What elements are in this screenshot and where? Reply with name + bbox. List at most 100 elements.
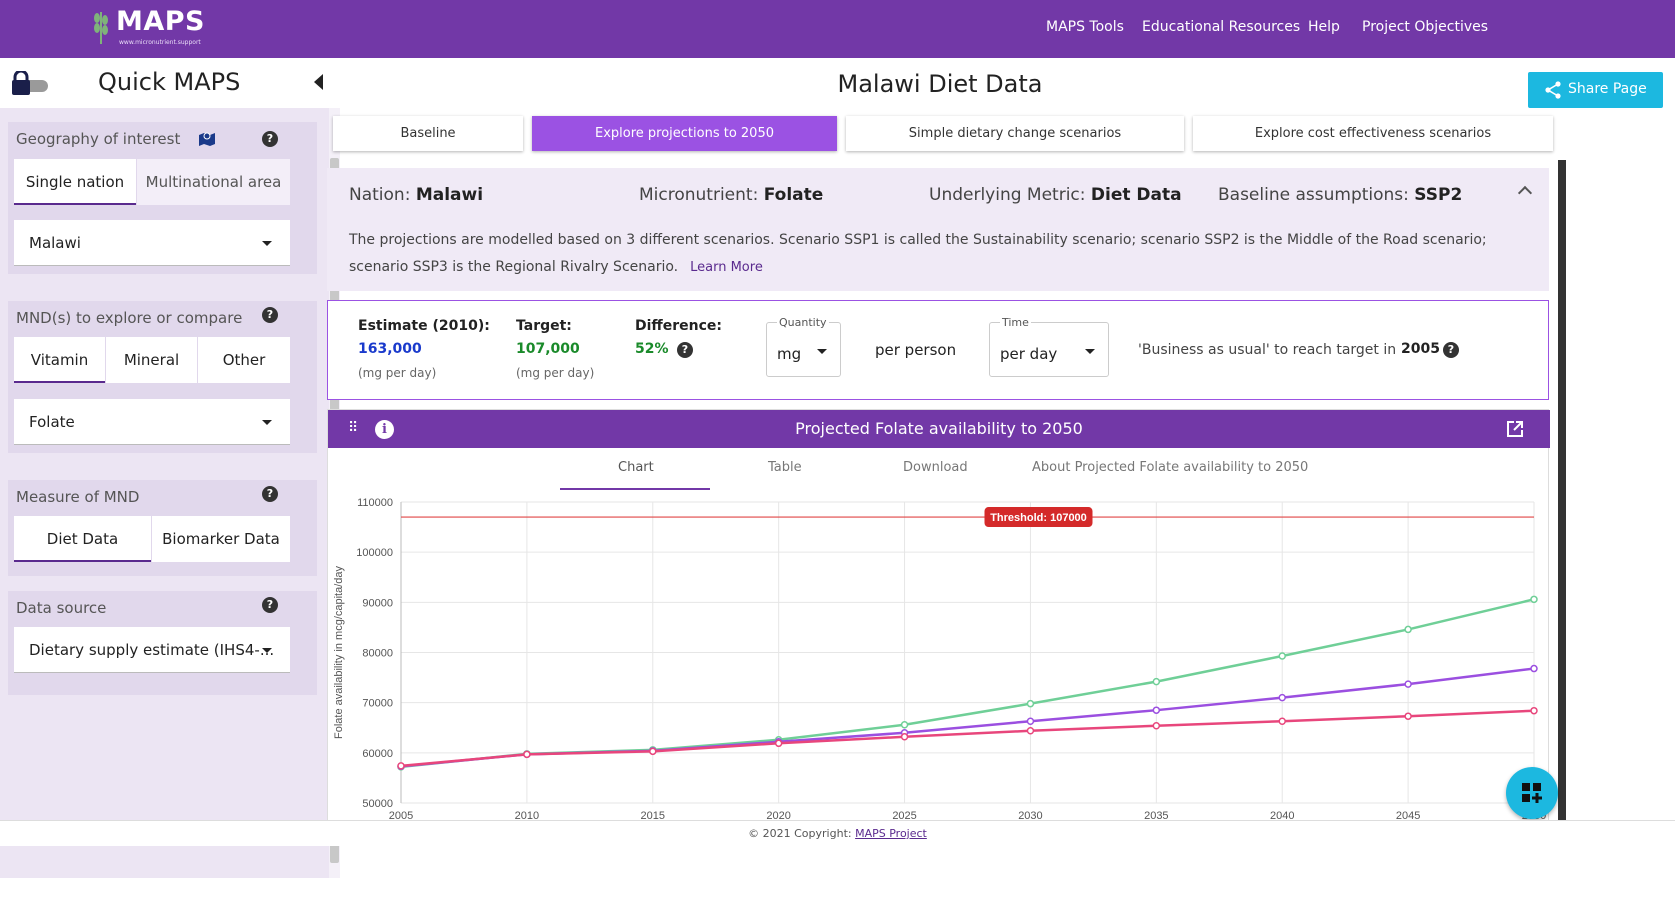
- data-point: [1404, 680, 1412, 688]
- mineral-button[interactable]: Mineral: [106, 337, 197, 383]
- tab-explore-projections[interactable]: Explore projections to 2050: [532, 116, 837, 151]
- y-tick-label: 70000: [362, 698, 393, 710]
- diet-data-button[interactable]: Diet Data: [14, 516, 151, 562]
- time-select[interactable]: Time per day: [989, 316, 1109, 377]
- data-point: [1152, 721, 1161, 730]
- country-select-value: Malawi: [29, 234, 81, 252]
- micronutrient-meta-label: Micronutrient:: [639, 185, 759, 205]
- data-point: [1278, 652, 1286, 660]
- main-content: Malawi Diet Data Share Page Baseline Exp…: [327, 58, 1675, 878]
- nav-project-objectives[interactable]: Project Objectives: [1362, 0, 1488, 55]
- stats-box: Estimate (2010): 163,000 (mg per day) Ta…: [327, 300, 1549, 400]
- grid-plus-icon: [1522, 783, 1542, 803]
- metric-meta-label: Underlying Metric:: [929, 185, 1086, 205]
- micronutrient-meta: Micronutrient: Folate: [639, 185, 823, 205]
- data-point: [1530, 595, 1538, 604]
- mnd-panel: MND(s) to explore or compare ? Vitamin M…: [8, 301, 317, 453]
- micronutrient-select-value: Folate: [29, 413, 75, 431]
- footer-link[interactable]: MAPS Project: [855, 827, 927, 840]
- chevron-down-icon: [262, 420, 272, 425]
- collapse-info-icon[interactable]: [1517, 185, 1533, 201]
- country-select[interactable]: Malawi: [14, 220, 290, 266]
- data-source-select[interactable]: Dietary supply estimate (IHS4-...: [14, 627, 290, 673]
- quantity-select-value: mg: [777, 345, 802, 363]
- target-unit: (mg per day): [516, 366, 595, 380]
- data-point: [774, 739, 783, 748]
- biomarker-data-button[interactable]: Biomarker Data: [152, 516, 290, 562]
- sidebar-title: Quick MAPS: [98, 68, 241, 96]
- measure-label: Measure of MND: [16, 488, 140, 506]
- micronutrient-select[interactable]: Folate: [14, 399, 290, 445]
- data-point: [1026, 727, 1035, 735]
- bau-label: 'Business as usual' to reach target in: [1138, 342, 1397, 358]
- scenario-description-text: The projections are modelled based on 3 …: [349, 232, 1487, 275]
- chart-tab-table[interactable]: Table: [768, 460, 802, 475]
- wheat-icon: [94, 12, 108, 44]
- estimate-label: Estimate (2010):: [358, 318, 490, 334]
- chart-tab-about[interactable]: About Projected Folate availability to 2…: [1032, 460, 1308, 475]
- scenario-description: The projections are modelled based on 3 …: [349, 227, 1529, 281]
- baseline-meta-label: Baseline assumptions:: [1218, 185, 1409, 205]
- chevron-down-icon: [1085, 349, 1095, 354]
- y-tick-label: 80000: [362, 648, 393, 660]
- chart-tab-chart[interactable]: Chart: [618, 460, 654, 475]
- bau-help-icon[interactable]: ?: [1443, 342, 1459, 358]
- data-point: [1278, 717, 1286, 725]
- geography-help-icon[interactable]: ?: [262, 131, 278, 147]
- tab-baseline[interactable]: Baseline: [333, 116, 523, 151]
- data-point: [900, 720, 909, 729]
- folate-projection-chart: 5000060000700008000090000100000110000200…: [333, 497, 1546, 822]
- data-source-label: Data source: [16, 599, 107, 617]
- multinational-area-button[interactable]: Multinational area: [137, 159, 290, 205]
- single-nation-button[interactable]: Single nation: [14, 159, 136, 205]
- difference-value: 52%: [635, 341, 669, 357]
- share-page-button[interactable]: Share Page: [1528, 72, 1663, 108]
- logo-subtitle: www.micronutrient.support: [119, 39, 201, 46]
- collapse-sidebar-icon[interactable]: [314, 74, 323, 90]
- mnd-label: MND(s) to explore or compare: [16, 309, 243, 327]
- quantity-select[interactable]: Quantity mg: [766, 316, 841, 377]
- open-external-icon[interactable]: [1506, 420, 1524, 438]
- nav-maps-tools[interactable]: MAPS Tools: [1046, 0, 1124, 55]
- vitamin-button[interactable]: Vitamin: [14, 337, 105, 383]
- other-button[interactable]: Other: [198, 337, 290, 383]
- nation-meta: Nation: Malawi: [349, 185, 483, 205]
- data-point: [1530, 664, 1538, 673]
- time-select-value: per day: [1000, 345, 1058, 363]
- data-source-help-icon[interactable]: ?: [262, 597, 278, 613]
- y-tick-label: 100000: [356, 547, 393, 559]
- baseline-meta: Baseline assumptions: SSP2: [1218, 185, 1462, 205]
- chart-tab-download[interactable]: Download: [903, 460, 968, 475]
- chart-card: ⠿ i Projected Folate availability to 205…: [327, 409, 1550, 822]
- add-widget-button[interactable]: [1506, 767, 1558, 819]
- maps-logo[interactable]: MAPS www.micronutrient.support: [92, 6, 232, 48]
- data-point: [1278, 693, 1286, 702]
- nation-meta-value: Malawi: [415, 185, 484, 205]
- geography-label: Geography of interest: [16, 130, 181, 148]
- lock-toggle-icon[interactable]: [10, 71, 50, 97]
- y-tick-label: 60000: [362, 748, 393, 760]
- sidebar: Quick MAPS Geography of interest ? Singl…: [0, 58, 340, 878]
- page-scrollbar[interactable]: [1558, 160, 1566, 820]
- nav-educational-resources[interactable]: Educational Resources: [1142, 0, 1300, 55]
- learn-more-link[interactable]: Learn More: [690, 260, 763, 275]
- data-point: [1404, 712, 1412, 720]
- target-value: 107,000: [516, 341, 580, 357]
- scenario-info-box: Nation: Malawi Micronutrient: Folate Und…: [327, 168, 1549, 291]
- y-tick-label: 50000: [362, 798, 393, 810]
- series-line: [400, 598, 1535, 769]
- sidebar-header: Quick MAPS: [0, 58, 340, 108]
- measure-help-icon[interactable]: ?: [262, 486, 278, 502]
- chevron-down-icon: [262, 241, 272, 246]
- top-navbar: MAPS www.micronutrient.support MAPS Tool…: [0, 0, 1675, 58]
- share-page-label: Share Page: [1568, 81, 1647, 97]
- data-point: [1530, 706, 1538, 715]
- estimate-value: 163,000: [358, 341, 422, 357]
- mnd-help-icon[interactable]: ?: [262, 307, 278, 323]
- y-axis-label: Folate availability in mcg/capita/day: [333, 565, 345, 739]
- map-icon[interactable]: [198, 130, 216, 146]
- tab-simple-dietary-change[interactable]: Simple dietary change scenarios: [846, 116, 1184, 151]
- difference-help-icon[interactable]: ?: [677, 342, 693, 358]
- tab-cost-effectiveness[interactable]: Explore cost effectiveness scenarios: [1193, 116, 1553, 151]
- nav-help[interactable]: Help: [1308, 0, 1340, 55]
